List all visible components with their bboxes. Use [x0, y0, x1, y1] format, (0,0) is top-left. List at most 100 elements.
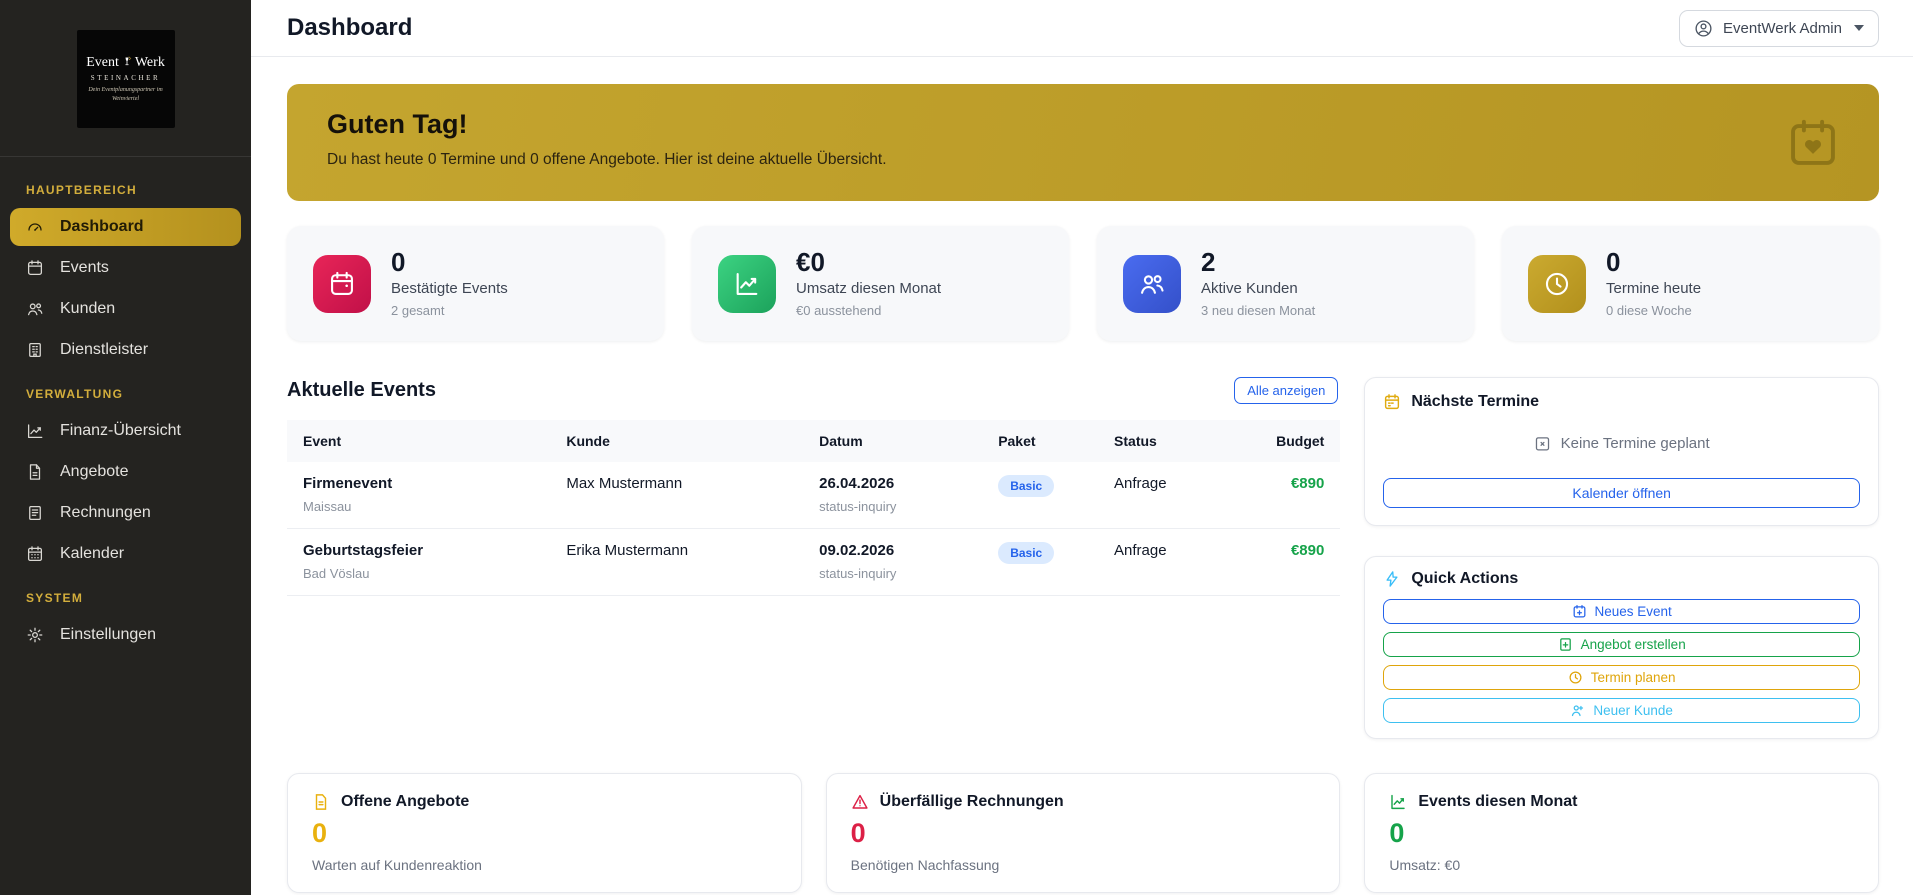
stat-cards: 0 Bestätigte Events 2 gesamt €0 Umsatz d…	[287, 226, 1879, 342]
sidebar-item-dienstleister[interactable]: Dienstleister	[10, 331, 241, 369]
gear-icon	[26, 626, 44, 644]
event-status: Anfrage	[1098, 528, 1235, 597]
middle-section: Aktuelle Events Alle anzeigen Event Kund…	[287, 377, 1879, 740]
event-date-sub: status-inquiry	[819, 566, 897, 582]
sidebar-item-label: Finanz-Übersicht	[60, 422, 181, 439]
logo-area: Event Werk STEINACHER Dein Eventplanungs…	[0, 0, 251, 157]
nav-section-hauptbereich: HAUPTBEREICH	[26, 183, 137, 197]
clock-icon	[1568, 670, 1583, 685]
summary-sub: Benötigen Nachfassung	[850, 857, 1000, 874]
table-row[interactable]: Firmenevent Maissau Max Mustermann 26.04…	[287, 462, 1341, 530]
termin-planen-button[interactable]: Termin planen	[1383, 665, 1860, 691]
sidebar: Event Werk STEINACHER Dein Eventplanungs…	[0, 0, 251, 895]
sidebar-item-angebote[interactable]: Angebote	[10, 453, 241, 491]
sidebar-item-label: Kalender	[60, 545, 125, 562]
sidebar-item-label: Dienstleister	[60, 341, 149, 358]
stat-label: Aktive Kunden	[1201, 280, 1298, 298]
nav-section-system: SYSTEM	[26, 591, 84, 605]
event-budget: €890	[1234, 462, 1341, 530]
stat-card-aktive-kunden: 2 Aktive Kunden 3 neu diesen Monat	[1097, 226, 1474, 342]
calendar-plus-icon	[1572, 604, 1587, 619]
event-customer: Erika Mustermann	[566, 542, 689, 560]
stat-sub: €0 ausstehend	[796, 303, 882, 319]
right-column: Nächste Termine Keine Termine geplant Ka…	[1364, 377, 1879, 740]
file-plus-icon	[1558, 637, 1573, 652]
stat-value: 0	[1606, 247, 1621, 277]
stat-sub: 0 diese Woche	[1606, 303, 1692, 319]
button-label: Neuer Kunde	[1593, 703, 1673, 719]
summary-title: Offene Angebote	[341, 793, 470, 811]
summary-title: Überfällige Rechnungen	[879, 793, 1064, 811]
stat-label: Umsatz diesen Monat	[796, 280, 942, 298]
greeting-banner: Guten Tag! Du hast heute 0 Termine und 0…	[287, 84, 1879, 201]
brand-tagline: Dein Eventplanungspartner im Weinviertel	[88, 86, 163, 102]
chart-line-icon	[26, 422, 44, 440]
package-badge: Basic	[998, 475, 1055, 498]
sidebar-item-label: Rechnungen	[60, 504, 151, 521]
aktuelle-events-section: Aktuelle Events Alle anzeigen Event Kund…	[287, 377, 1341, 739]
offene-angebote-card: Offene Angebote 0 Warten auf Kundenreakt…	[287, 773, 802, 894]
stat-sub: 3 neu diesen Monat	[1201, 303, 1316, 319]
sidebar-item-dashboard[interactable]: Dashboard	[10, 208, 241, 246]
event-date: 09.02.2026	[819, 542, 895, 560]
events-table: Event Kunde Datum Paket Status Budget Fi…	[287, 420, 1341, 597]
stat-value: 0	[391, 247, 406, 277]
page-title: Dashboard	[287, 14, 413, 41]
alle-anzeigen-button[interactable]: Alle anzeigen	[1234, 377, 1339, 405]
summary-value: 0	[850, 818, 866, 849]
trending-up-icon	[1389, 793, 1407, 811]
angebot-erstellen-button[interactable]: Angebot erstellen	[1383, 632, 1860, 658]
event-customer: Max Mustermann	[566, 475, 683, 493]
sidebar-item-rechnungen[interactable]: Rechnungen	[10, 494, 241, 532]
stat-sub: 2 gesamt	[391, 303, 445, 319]
column-header-status: Status	[1098, 420, 1235, 463]
sidebar-item-einstellungen[interactable]: Einstellungen	[10, 616, 241, 654]
greeting-subtitle: Du hast heute 0 Termine und 0 offene Ang…	[327, 151, 887, 168]
table-row[interactable]: Geburtstagsfeier Bad Vöslau Erika Muster…	[287, 528, 1341, 597]
events-section-title: Aktuelle Events	[287, 379, 436, 402]
calendar-icon	[1383, 393, 1401, 411]
sidebar-item-label: Kunden	[60, 300, 116, 317]
sidebar-item-label: Dashboard	[60, 218, 144, 235]
champagne-glass-icon	[121, 56, 133, 72]
column-header-budget: Budget	[1234, 420, 1341, 463]
button-label: Neues Event	[1594, 604, 1672, 620]
file-icon	[26, 463, 44, 481]
event-location: Maissau	[303, 499, 352, 515]
button-label: Angebot erstellen	[1580, 637, 1686, 653]
panel-title: Quick Actions	[1411, 570, 1519, 588]
sidebar-item-kalender[interactable]: Kalender	[10, 535, 241, 573]
users-icon	[26, 300, 44, 318]
stat-value: 2	[1201, 247, 1216, 277]
sidebar-item-events[interactable]: Events	[10, 249, 241, 287]
calendar-grid-icon	[26, 545, 44, 563]
button-label: Termin planen	[1590, 670, 1676, 686]
kalender-oeffnen-button[interactable]: Kalender öffnen	[1383, 478, 1860, 509]
event-budget: €890	[1234, 528, 1341, 597]
summary-sub: Warten auf Kundenreaktion	[312, 857, 482, 874]
neues-event-button[interactable]: Neues Event	[1383, 599, 1860, 625]
summary-value: 0	[312, 818, 328, 849]
column-header-paket: Paket	[982, 420, 1099, 463]
stat-card-umsatz: €0 Umsatz diesen Monat €0 ausstehend	[692, 226, 1069, 342]
empty-appointments: Keine Termine geplant	[1383, 411, 1860, 478]
panel-title: Nächste Termine	[1411, 393, 1540, 411]
quick-actions-panel: Quick Actions Neues Event Angebot erstel…	[1364, 556, 1879, 740]
summary-sub: Umsatz: €0	[1389, 857, 1461, 874]
brand-name: Event Werk	[86, 55, 165, 71]
event-name: Geburtstagsfeier	[303, 542, 424, 560]
invoice-icon	[26, 504, 44, 522]
brand-subtitle: STEINACHER	[90, 73, 161, 82]
brand-logo: Event Werk STEINACHER Dein Eventplanungs…	[76, 30, 175, 128]
sidebar-item-kunden[interactable]: Kunden	[10, 290, 241, 328]
stat-card-termine-heute: 0 Termine heute 0 diese Woche	[1502, 226, 1879, 342]
column-header-event: Event	[287, 420, 551, 463]
sidebar-item-label: Angebote	[60, 463, 129, 480]
user-menu-button[interactable]: EventWerk Admin	[1679, 9, 1879, 47]
dashboard-content: Guten Tag! Du hast heute 0 Termine und 0…	[251, 57, 1913, 895]
greeting-title: Guten Tag!	[327, 109, 468, 139]
event-status: Anfrage	[1098, 462, 1235, 530]
sidebar-item-finanz-uebersicht[interactable]: Finanz-Übersicht	[10, 412, 241, 450]
alert-triangle-icon	[851, 793, 869, 811]
neuer-kunde-button[interactable]: Neuer Kunde	[1383, 698, 1860, 724]
